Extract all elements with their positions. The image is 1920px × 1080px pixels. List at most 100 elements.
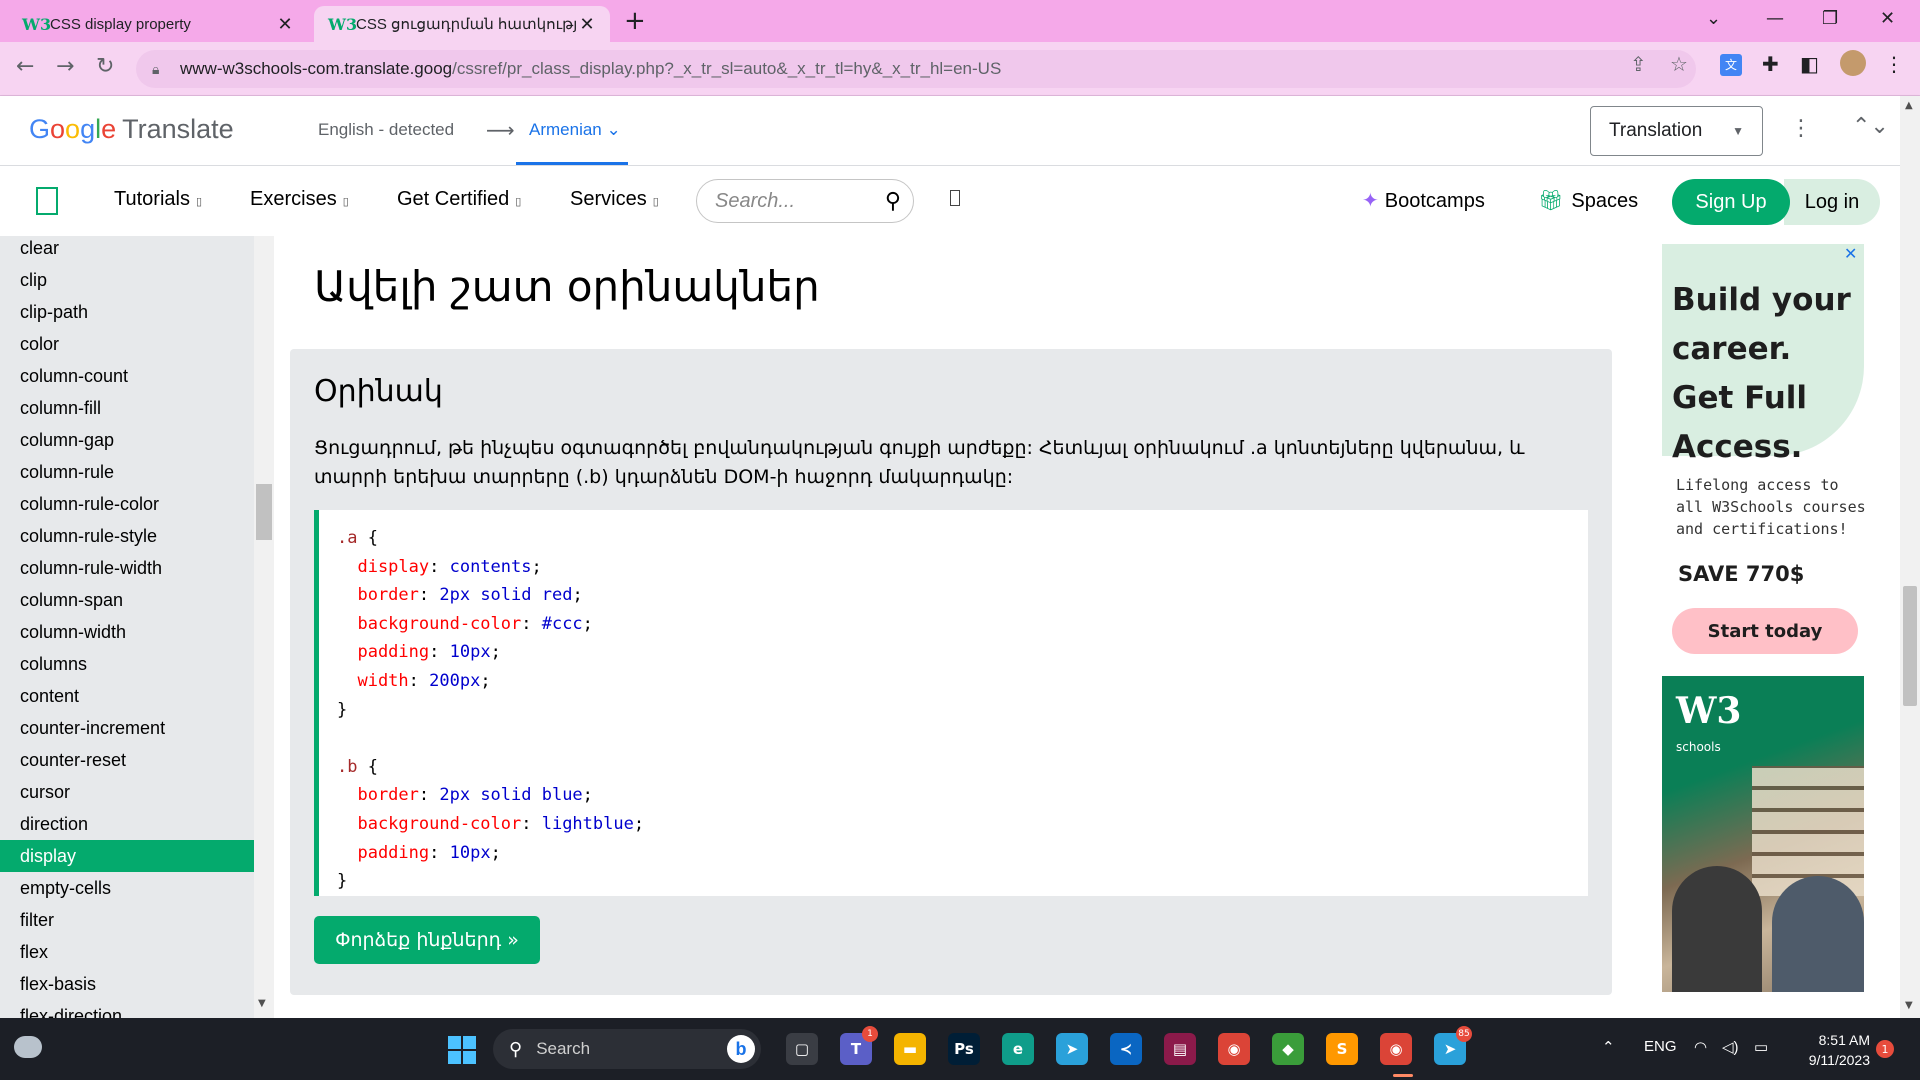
target-language-dropdown[interactable]: Armenian ⌄ <box>529 120 621 140</box>
translate-extension-icon[interactable]: 文 <box>1720 54 1742 76</box>
winrar-icon[interactable]: ▤ <box>1164 1033 1196 1065</box>
sidebar-item-filter[interactable]: filter <box>0 904 254 936</box>
minimize-button[interactable]: — <box>1766 8 1784 29</box>
scroll-down-arrow-icon[interactable]: ▼ <box>1905 1000 1913 1011</box>
window-close-button[interactable]: ✕ <box>1880 8 1895 29</box>
sidebar-item-color[interactable]: color <box>0 328 254 360</box>
sidebar-item-clip-path[interactable]: clip-path <box>0 296 254 328</box>
sidebar-scrollbar-thumb[interactable] <box>256 484 272 540</box>
more-options-icon[interactable]: ⋮ <box>1790 116 1812 141</box>
collapse-translate-icon[interactable]: ⌃⌄ <box>1852 114 1889 139</box>
tab-close-icon[interactable]: ✕ <box>578 14 596 35</box>
sidebar-item-flex-direction[interactable]: flex-direction <box>0 1000 254 1018</box>
menu-get-certified[interactable]: Get Certified ▯ <box>397 188 521 211</box>
ad-photo[interactable]: W3 schools <box>1662 676 1864 992</box>
menu-tutorials[interactable]: Tutorials ▯ <box>114 188 202 211</box>
sidebar-item-column-fill[interactable]: column-fill <box>0 392 254 424</box>
w3-search-input[interactable]: Search... ⚲ <box>696 179 914 223</box>
sidebar-item-direction[interactable]: direction <box>0 808 254 840</box>
tab-close-icon[interactable]: ✕ <box>276 14 294 35</box>
sidebar-item-flex-basis[interactable]: flex-basis <box>0 968 254 1000</box>
start-button[interactable] <box>448 1036 476 1064</box>
bootcamps-link[interactable]: ✦ Bootcamps <box>1362 188 1485 213</box>
show-hidden-icons-icon[interactable]: ⌃ <box>1602 1038 1615 1056</box>
edge-icon[interactable]: e <box>1002 1033 1034 1065</box>
search-icon[interactable]: ⚲ <box>885 188 901 214</box>
sidebar-item-display[interactable]: display <box>0 840 254 872</box>
bookmark-star-icon[interactable]: ☆ <box>1670 52 1688 76</box>
photoshop-icon[interactable]: Ps <box>948 1033 980 1065</box>
vscode-icon[interactable]: ≺ <box>1110 1033 1142 1065</box>
code-line: width: 200px; <box>337 667 1588 696</box>
system-clock[interactable]: 8:51 AM 9/11/2023 <box>1794 1030 1870 1070</box>
battery-icon[interactable]: ▭ <box>1754 1038 1768 1056</box>
sidebar-item-cursor[interactable]: cursor <box>0 776 254 808</box>
sidebar-item-column-rule-width[interactable]: column-rule-width <box>0 552 254 584</box>
ad-start-today-button[interactable]: Start today <box>1672 608 1858 654</box>
code-token: #ccc <box>541 613 583 634</box>
sidebar-item-content[interactable]: content <box>0 680 254 712</box>
browser-tab-active[interactable]: W3 CSS ցուցադրման հատկություն ✕ <box>314 6 610 42</box>
page-scrollbar[interactable] <box>1900 96 1920 1018</box>
extensions-puzzle-icon[interactable]: ✚ <box>1762 52 1779 76</box>
task-view-icon[interactable]: ▢ <box>786 1033 818 1065</box>
forward-icon[interactable]: → <box>56 54 74 79</box>
browser-menu-icon[interactable]: ⋮ <box>1884 52 1904 76</box>
sidebar-item-column-width[interactable]: column-width <box>0 616 254 648</box>
spaces-link[interactable]: 🎁︎ Spaces <box>1538 188 1638 213</box>
menu-exercises[interactable]: Exercises ▯ <box>250 188 349 211</box>
google-translate-logo[interactable]: Google Translate <box>29 114 234 145</box>
bing-icon[interactable]: b <box>727 1035 755 1063</box>
scroll-up-arrow-icon[interactable]: ▲ <box>1905 100 1913 111</box>
side-panel-icon[interactable]: ◧ <box>1800 52 1819 76</box>
sublime-icon[interactable]: S <box>1326 1033 1358 1065</box>
weather-icon[interactable] <box>14 1036 42 1058</box>
log-in-button[interactable]: Log in <box>1784 179 1880 225</box>
sidebar-item-columns[interactable]: columns <box>0 648 254 680</box>
share-icon[interactable]: ⇪ <box>1630 52 1647 76</box>
sidebar-scrollbar[interactable] <box>254 236 274 1018</box>
git-icon[interactable]: ◆ <box>1272 1033 1304 1065</box>
back-icon[interactable]: ← <box>16 54 34 79</box>
page-scrollbar-thumb[interactable] <box>1903 586 1917 706</box>
sign-up-button[interactable]: Sign Up <box>1672 179 1790 225</box>
menu-services[interactable]: Services ▯ <box>570 188 659 211</box>
w3schools-logo[interactable] <box>36 187 58 215</box>
reload-icon[interactable]: ↻ <box>96 54 114 79</box>
address-bar[interactable]: 🔒︎ www-w3schools-com.translate.goog/cssr… <box>136 50 1696 88</box>
input-language[interactable]: ENG <box>1644 1038 1677 1055</box>
new-tab-button[interactable]: + <box>624 6 646 36</box>
chrome-profile-icon[interactable]: ◉ <box>1380 1033 1412 1065</box>
chrome-icon[interactable]: ◉ <box>1218 1033 1250 1065</box>
sidebar-item-counter-increment[interactable]: counter-increment <box>0 712 254 744</box>
sidebar-item-clear[interactable]: clear <box>0 236 254 264</box>
profile-avatar[interactable] <box>1840 50 1866 76</box>
restore-button[interactable]: ❐ <box>1822 8 1838 29</box>
sidebar-item-column-gap[interactable]: column-gap <box>0 424 254 456</box>
sidebar-item-column-rule-style[interactable]: column-rule-style <box>0 520 254 552</box>
person-image <box>1772 876 1864 992</box>
telegram-icon[interactable]: ➤ <box>1056 1033 1088 1065</box>
sidebar-item-counter-reset[interactable]: counter-reset <box>0 744 254 776</box>
sidebar-item-empty-cells[interactable]: empty-cells <box>0 872 254 904</box>
code-token: ; <box>633 813 645 834</box>
sidebar-item-column-rule-color[interactable]: column-rule-color <box>0 488 254 520</box>
wifi-icon[interactable]: ◠ <box>1694 1038 1707 1056</box>
sidebar-item-column-span[interactable]: column-span <box>0 584 254 616</box>
scroll-down-arrow-icon[interactable]: ▼ <box>258 998 266 1009</box>
sidebar-item-column-rule[interactable]: column-rule <box>0 456 254 488</box>
file-explorer-icon[interactable]: ▬ <box>894 1033 926 1065</box>
volume-icon[interactable]: ◁) <box>1722 1038 1739 1056</box>
browser-tab-inactive[interactable]: W3 CSS display property ✕ <box>8 6 308 42</box>
source-language[interactable]: English - detected <box>318 120 454 140</box>
translation-mode-select[interactable]: Translation ▼ <box>1590 106 1763 156</box>
sidebar-item-column-count[interactable]: column-count <box>0 360 254 392</box>
tab-search-icon[interactable]: ⌄ <box>1706 8 1721 29</box>
sidebar-item-flex[interactable]: flex <box>0 936 254 968</box>
sidebar-item-clip[interactable]: clip <box>0 264 254 296</box>
translate-placeholder-icon[interactable] <box>950 190 960 206</box>
notification-badge[interactable]: 1 <box>1876 1040 1894 1058</box>
try-it-yourself-button[interactable]: Փորձեք ինքներդ » <box>314 916 540 964</box>
taskbar-search[interactable]: ⚲ Search b <box>493 1029 761 1069</box>
ad-close-icon[interactable]: ✕ <box>1844 244 1857 263</box>
